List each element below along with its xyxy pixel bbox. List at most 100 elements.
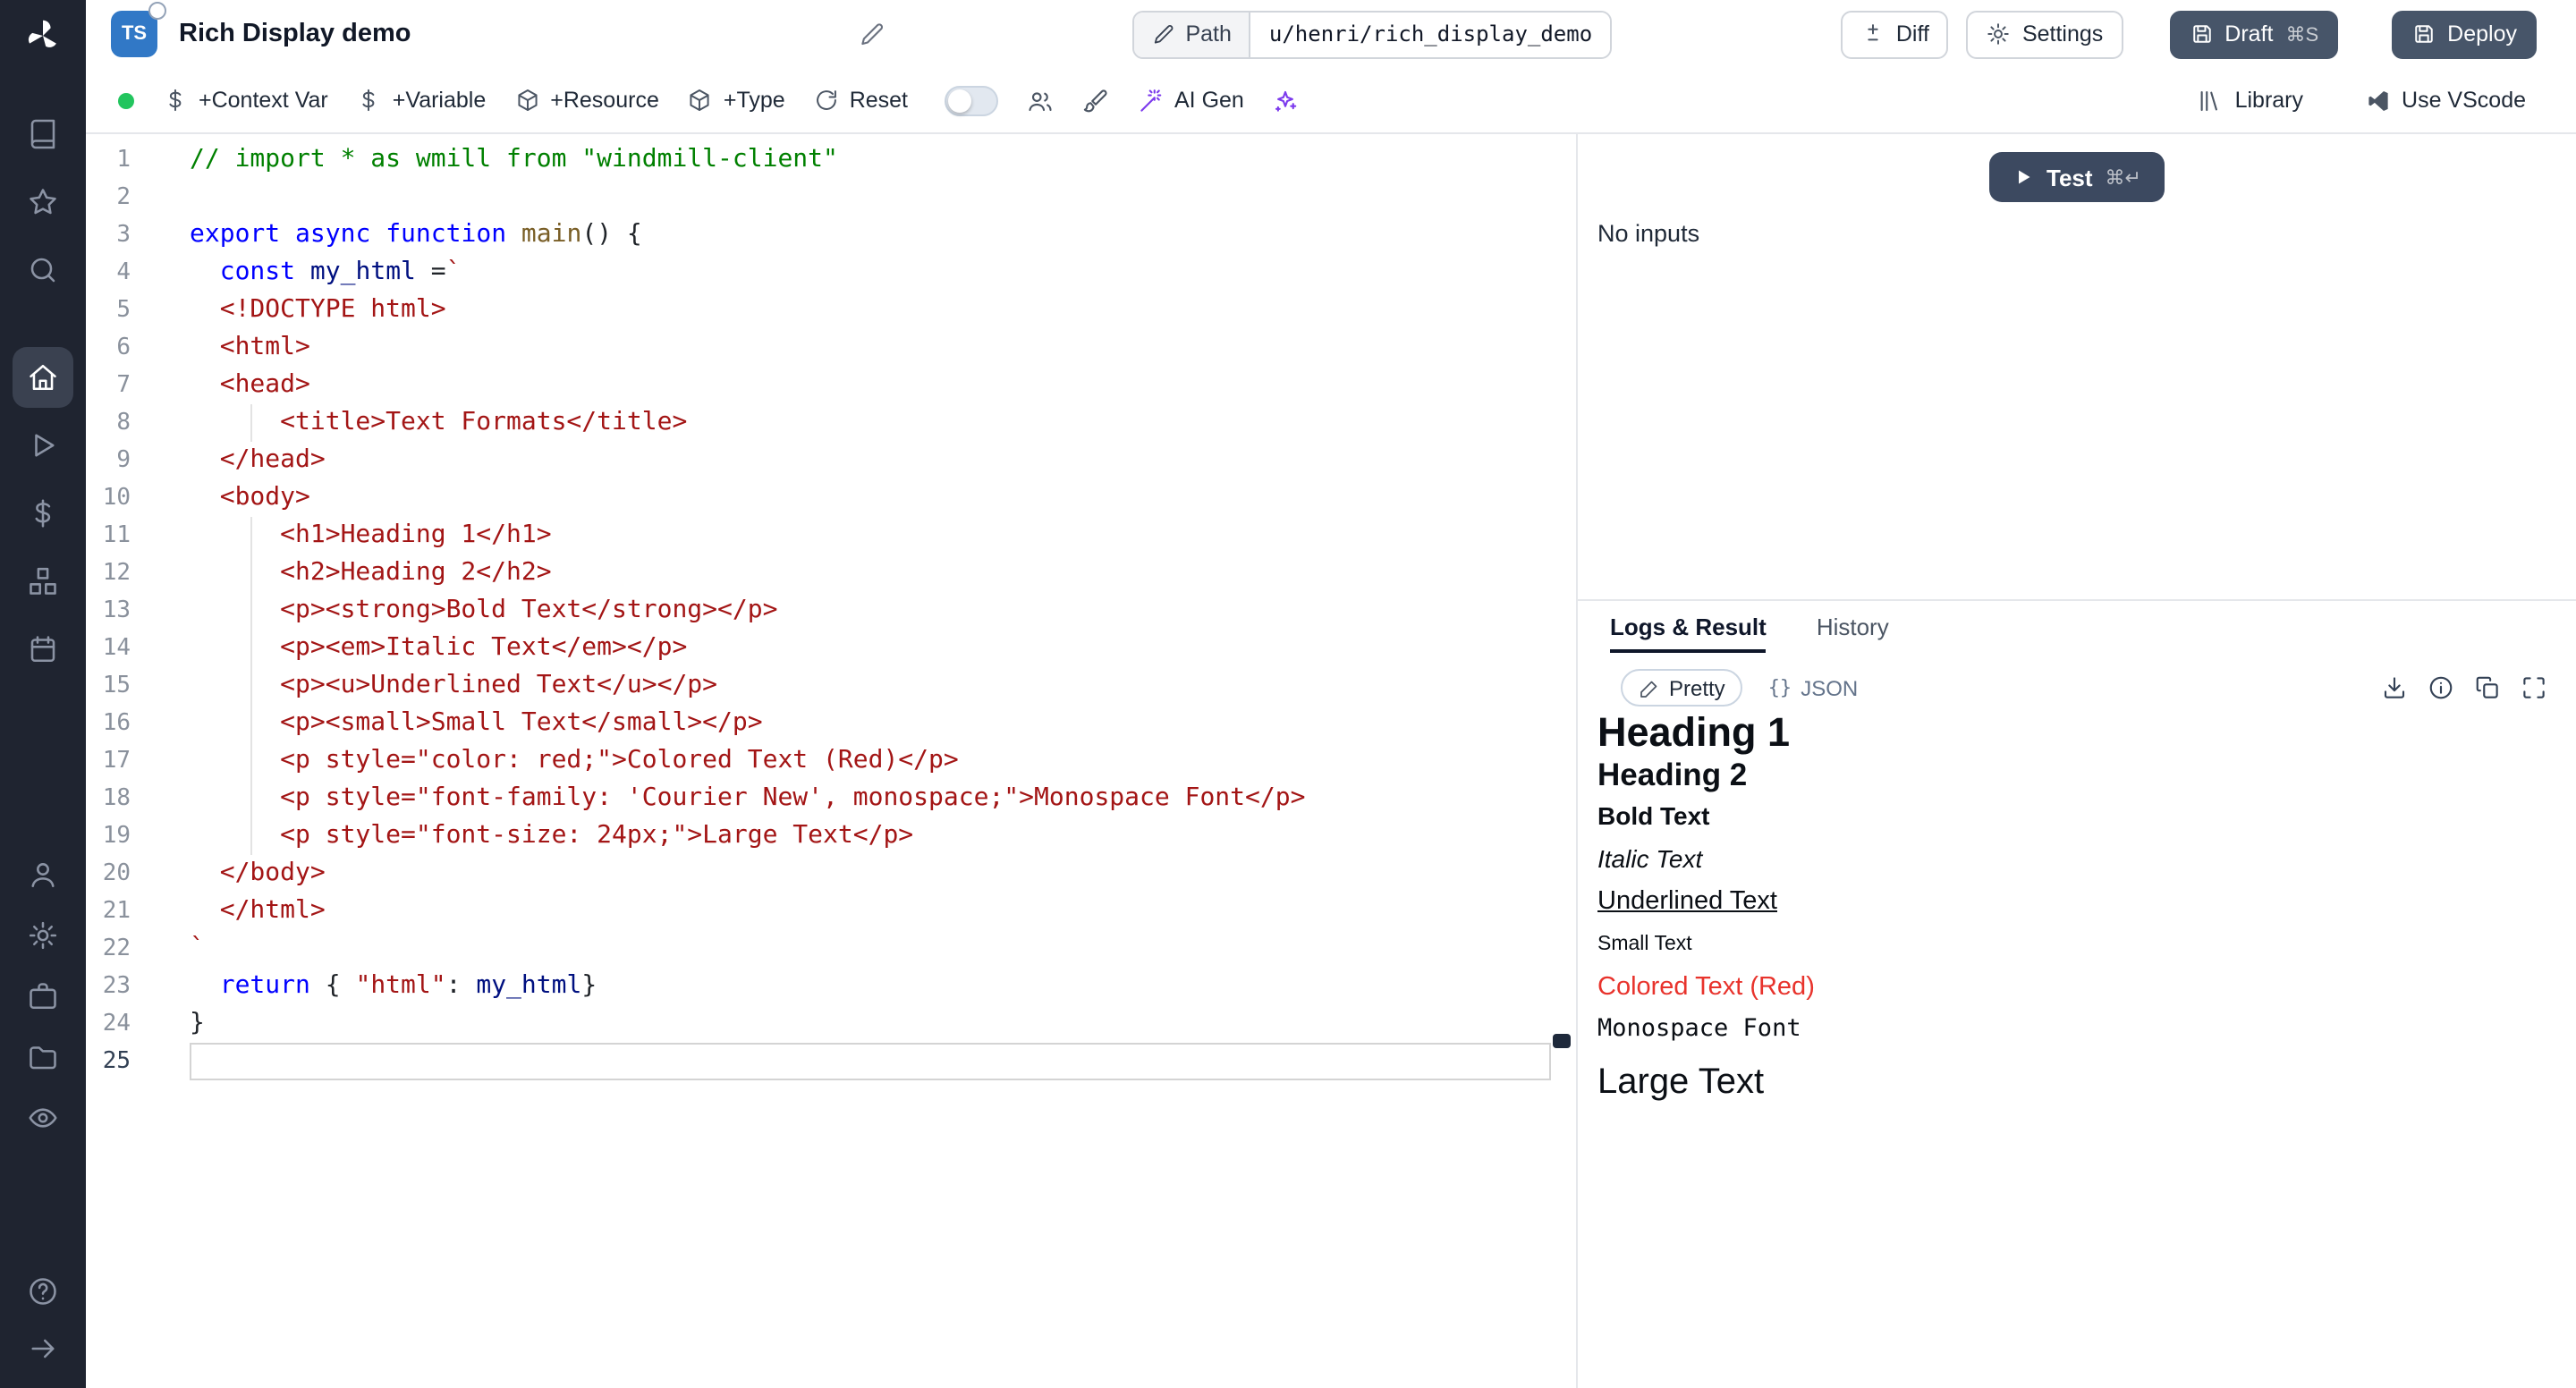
line-number[interactable]: 5 xyxy=(86,292,190,329)
settings-button[interactable]: Settings xyxy=(1967,10,2123,58)
tab-logs-result[interactable]: Logs & Result xyxy=(1610,614,1767,653)
library-button[interactable]: Library xyxy=(2198,87,2303,114)
sidebar-item-search[interactable] xyxy=(13,236,73,304)
sidebar-item-user[interactable] xyxy=(13,844,73,905)
code-line-1[interactable]: 1// import * as wmill from "windmill-cli… xyxy=(86,141,1576,179)
sidebar-item-book[interactable] xyxy=(13,100,73,168)
copy-icon[interactable] xyxy=(2474,674,2501,701)
line-number[interactable]: 25 xyxy=(86,1043,190,1080)
sidebar-item-gear[interactable] xyxy=(13,905,73,966)
sidebar-item-help[interactable] xyxy=(13,1263,73,1320)
code-content[interactable]: <body> xyxy=(190,479,1551,517)
line-number[interactable]: 19 xyxy=(86,817,190,855)
sidebar-item-play[interactable] xyxy=(13,411,73,479)
code-line-9[interactable]: 9 </head> xyxy=(86,442,1576,479)
multiplayer-toggle[interactable] xyxy=(944,85,997,115)
json-toggle[interactable]: {} JSON xyxy=(1750,669,1877,707)
sidebar-item-eye[interactable] xyxy=(13,1088,73,1148)
code-content[interactable]: <p style="color: red;">Colored Text (Red… xyxy=(190,742,1551,780)
diff-button[interactable]: Diff xyxy=(1841,10,1949,58)
line-number[interactable]: 15 xyxy=(86,667,190,705)
line-number[interactable]: 13 xyxy=(86,592,190,630)
line-number[interactable]: 20 xyxy=(86,855,190,893)
code-content[interactable]: return { "html": my_html} xyxy=(190,968,1551,1005)
deploy-button[interactable]: Deploy xyxy=(2392,10,2537,58)
code-content[interactable]: <p style="font-size: 24px;">Large Text</… xyxy=(190,817,1551,855)
code-line-16[interactable]: 16 <p><small>Small Text</small></p> xyxy=(86,705,1576,742)
line-number[interactable]: 17 xyxy=(86,742,190,780)
code-content[interactable]: </body> xyxy=(190,855,1551,893)
line-number[interactable]: 14 xyxy=(86,630,190,667)
sidebar-item-folder[interactable] xyxy=(13,1027,73,1088)
code-line-19[interactable]: 19 <p style="font-size: 24px;">Large Tex… xyxy=(86,817,1576,855)
line-number[interactable]: 10 xyxy=(86,479,190,517)
code-line-20[interactable]: 20 </body> xyxy=(86,855,1576,893)
code-content[interactable]: <h1>Heading 1</h1> xyxy=(190,517,1551,554)
line-number[interactable]: 11 xyxy=(86,517,190,554)
code-line-7[interactable]: 7 <head> xyxy=(86,367,1576,404)
code-content[interactable]: <p><u>Underlined Text</u></p> xyxy=(190,667,1551,705)
code-content[interactable] xyxy=(190,179,1551,216)
code-line-22[interactable]: 22` xyxy=(86,930,1576,968)
download-icon[interactable] xyxy=(2381,674,2408,701)
sidebar-item-arrow-right[interactable] xyxy=(13,1320,73,1377)
code-line-5[interactable]: 5 <!DOCTYPE html> xyxy=(86,292,1576,329)
code-content[interactable]: <p><strong>Bold Text</strong></p> xyxy=(190,592,1551,630)
line-number[interactable]: 1 xyxy=(86,141,190,179)
windmill-logo-icon[interactable] xyxy=(21,14,64,57)
code-content[interactable] xyxy=(190,1043,1551,1080)
line-number[interactable]: 24 xyxy=(86,1005,190,1043)
sidebar-item-home[interactable] xyxy=(13,347,73,408)
multiplayer-users-icon[interactable] xyxy=(1026,87,1053,114)
code-line-24[interactable]: 24} xyxy=(86,1005,1576,1043)
line-number[interactable]: 23 xyxy=(86,968,190,1005)
reset-button[interactable]: Reset xyxy=(814,88,908,113)
code-content[interactable]: <html> xyxy=(190,329,1551,367)
line-number[interactable]: 4 xyxy=(86,254,190,292)
line-number[interactable]: 2 xyxy=(86,179,190,216)
code-content[interactable]: const my_html =` xyxy=(190,254,1551,292)
code-content[interactable]: </html> xyxy=(190,893,1551,930)
format-code-icon[interactable] xyxy=(1081,87,1108,114)
line-number[interactable]: 12 xyxy=(86,554,190,592)
add-context-var-button[interactable]: +Context Var xyxy=(163,88,328,113)
sidebar-item-dollar[interactable] xyxy=(13,479,73,547)
code-line-8[interactable]: 8 <title>Text Formats</title> xyxy=(86,404,1576,442)
code-line-14[interactable]: 14 <p><em>Italic Text</em></p> xyxy=(86,630,1576,667)
line-number[interactable]: 16 xyxy=(86,705,190,742)
code-line-23[interactable]: 23 return { "html": my_html} xyxy=(86,968,1576,1005)
add-variable-button[interactable]: +Variable xyxy=(357,88,486,113)
path-button[interactable]: Path xyxy=(1133,12,1250,56)
code-content[interactable]: <p><em>Italic Text</em></p> xyxy=(190,630,1551,667)
code-content[interactable]: } xyxy=(190,1005,1551,1043)
code-line-18[interactable]: 18 <p style="font-family: 'Courier New',… xyxy=(86,780,1576,817)
sidebar-item-calendar[interactable] xyxy=(13,615,73,683)
code-line-6[interactable]: 6 <html> xyxy=(86,329,1576,367)
edit-summary-icon[interactable] xyxy=(858,21,885,47)
code-line-15[interactable]: 15 <p><u>Underlined Text</u></p> xyxy=(86,667,1576,705)
code-content[interactable]: <title>Text Formats</title> xyxy=(190,404,1551,442)
code-line-4[interactable]: 4 const my_html =` xyxy=(86,254,1576,292)
code-content[interactable]: <h2>Heading 2</h2> xyxy=(190,554,1551,592)
sidebar-item-star[interactable] xyxy=(13,168,73,236)
code-content[interactable]: <head> xyxy=(190,367,1551,404)
code-line-2[interactable]: 2 xyxy=(86,179,1576,216)
draft-button[interactable]: Draft ⌘S xyxy=(2169,10,2338,58)
code-line-17[interactable]: 17 <p style="color: red;">Colored Text (… xyxy=(86,742,1576,780)
code-content[interactable]: </head> xyxy=(190,442,1551,479)
tab-history[interactable]: History xyxy=(1817,614,1889,653)
expand-icon[interactable] xyxy=(2521,674,2547,701)
code-content[interactable]: <p style="font-family: 'Courier New', mo… xyxy=(190,780,1551,817)
code-line-25[interactable]: 25 xyxy=(86,1043,1576,1080)
sparkles-icon[interactable] xyxy=(1273,87,1300,114)
code-content[interactable]: <!DOCTYPE html> xyxy=(190,292,1551,329)
sidebar-item-briefcase[interactable] xyxy=(13,966,73,1027)
code-content[interactable]: ` xyxy=(190,930,1551,968)
code-line-13[interactable]: 13 <p><strong>Bold Text</strong></p> xyxy=(86,592,1576,630)
line-number[interactable]: 9 xyxy=(86,442,190,479)
code-line-21[interactable]: 21 </html> xyxy=(86,893,1576,930)
code-line-12[interactable]: 12 <h2>Heading 2</h2> xyxy=(86,554,1576,592)
info-icon[interactable] xyxy=(2428,674,2454,701)
code-content[interactable]: // import * as wmill from "windmill-clie… xyxy=(190,141,1551,179)
ai-gen-button[interactable]: AI Gen xyxy=(1137,87,1244,114)
